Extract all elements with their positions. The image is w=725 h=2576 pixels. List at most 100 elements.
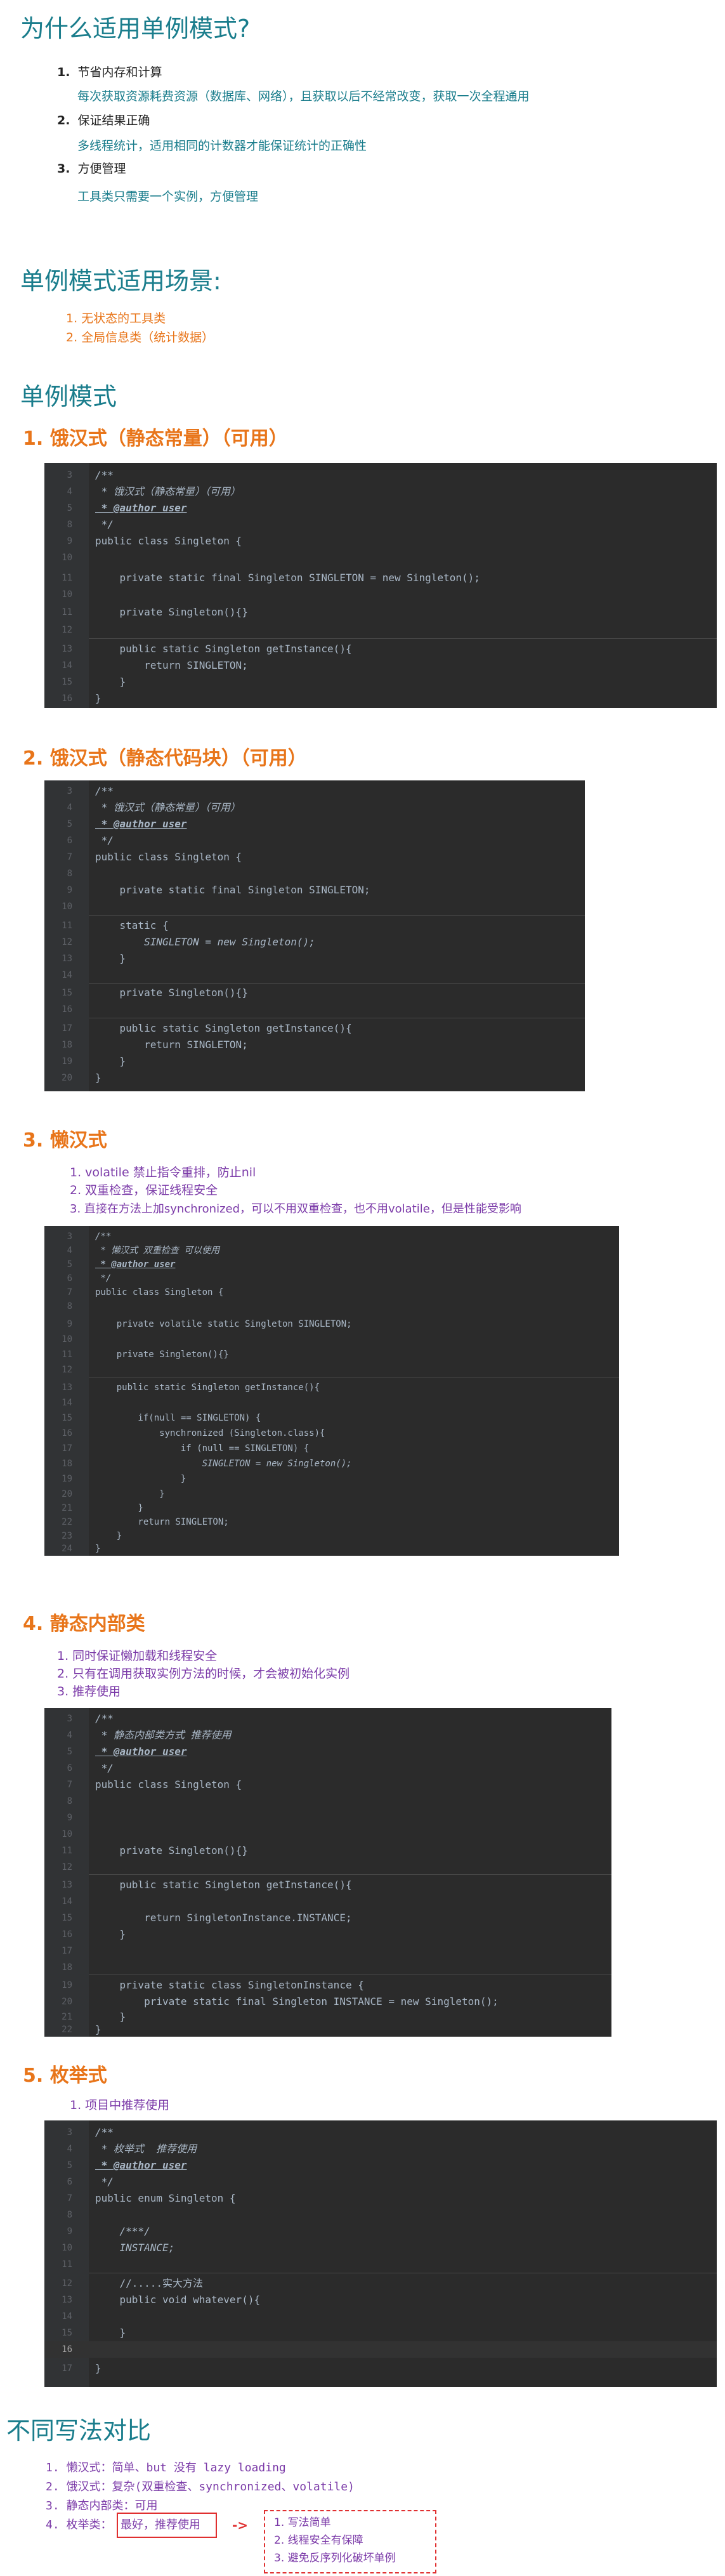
line-number: 4 [67, 1730, 72, 1740]
line-number: 9 [67, 1813, 72, 1823]
code-line: * 饿汉式（静态常量）（可用） [95, 801, 240, 813]
line-number: 11 [62, 573, 72, 583]
scenes-title: 单例模式适用场景: [20, 267, 221, 295]
line-number: 4 [67, 2144, 72, 2154]
code-line: SINGLETON = new Singleton(); [95, 936, 315, 948]
line-number: 20 [62, 1073, 72, 1083]
line-number: 3 [67, 2127, 72, 2138]
line-number: 3 [67, 470, 72, 480]
line-number: 15 [62, 1413, 72, 1423]
code-line: } [95, 1474, 186, 1484]
line-number: 4 [67, 487, 72, 497]
code-line: return SINGLETON; [95, 1039, 248, 1051]
code-line: static { [95, 919, 169, 931]
reason-1: 1. 写法简单 [274, 2516, 331, 2529]
line-number: 11 [62, 921, 72, 931]
code-line: } [95, 692, 101, 704]
code-line: /** [95, 785, 114, 797]
line-number: 19 [62, 1474, 72, 1484]
line-number: 12 [62, 1365, 72, 1375]
line-number: 11 [62, 1350, 72, 1360]
s2-title: 2. 饿汉式（静态代码块）（可用） [23, 747, 307, 770]
line-number: 6 [67, 836, 72, 846]
code-line: public class Singleton { [95, 535, 242, 547]
method-separator [89, 1874, 611, 1875]
why-item-1-desc: 每次获取资源耗费资源（数据库、网络），且获取以后不经常改变，获取一次全程通用 [77, 89, 530, 103]
line-number: 12 [62, 937, 72, 947]
line-number: 3 [67, 1714, 72, 1724]
code-line: if(null == SINGLETON) { [95, 1413, 261, 1423]
line-number: 14 [62, 2311, 72, 2322]
code-line: /***/ [95, 2225, 150, 2237]
scenes-item-2: 2. 全局信息类（统计数据） [66, 331, 214, 345]
line-number: 11 [62, 1846, 72, 1856]
line-number: 10 [62, 2243, 72, 2253]
line-number: 22 [62, 2025, 72, 2035]
line-number: 16 [62, 693, 72, 704]
line-number: 16 [62, 1929, 72, 1940]
code-block-lazy-dcl: 3/** 4 * 懒汉式 双重检查 可以使用 5 * @author user … [44, 1226, 619, 1556]
line-number: 16 [62, 2344, 72, 2355]
line-number: 14 [62, 970, 72, 980]
code-line: */ [95, 834, 114, 846]
code-line: public void whatever(){ [95, 2294, 261, 2306]
line-number: 6 [67, 2177, 72, 2187]
s5-title: 5. 枚举式 [23, 2065, 107, 2087]
line-number: 17 [62, 1946, 72, 1956]
reason-2: 2. 线程安全有保障 [274, 2534, 363, 2547]
why-item-3-label: 方便管理 [77, 162, 126, 176]
code-line: } [95, 2327, 126, 2339]
code-line: } [95, 952, 126, 964]
s1-title: 1. 饿汉式（静态常量）（可用） [23, 428, 288, 450]
code-line: * @author user [95, 502, 187, 514]
code-block-enum: 3/** 4 * 枚举式 推荐使用 5 * @author user 6 */ … [44, 2120, 717, 2387]
s4-item-3: 3. 推荐使用 [57, 1685, 121, 1699]
line-number: 14 [62, 1896, 72, 1907]
line-number: 18 [62, 1962, 72, 1973]
code-line: private static final Singleton SINGLETON… [95, 884, 370, 896]
line-number: 9 [67, 1319, 72, 1329]
line-number: 8 [67, 869, 72, 879]
method-separator [89, 915, 585, 916]
compare-item-4: 4. 枚举类： [46, 2518, 112, 2532]
code-line: } [95, 2362, 101, 2374]
line-number: 3 [67, 786, 72, 796]
line-number: 13 [62, 644, 72, 654]
line-number: 19 [62, 1056, 72, 1067]
code-line: /** [95, 469, 114, 481]
code-line: private Singleton(){} [95, 1350, 229, 1360]
code-block-eager-constant: 3/** 4 * 饿汉式（静态常量）（可用） 5 * @author user … [44, 463, 717, 708]
line-number: 7 [67, 2193, 72, 2204]
line-number: 15 [62, 2328, 72, 2338]
line-number: 5 [67, 1747, 72, 1757]
line-number: 9 [67, 536, 72, 546]
code-line: return SingletonInstance.INSTANCE; [95, 1912, 352, 1924]
why-item-2: 2. 保证结果正确 [57, 109, 150, 132]
s4-title: 4. 静态内部类 [23, 1613, 145, 1635]
line-number: 13 [62, 1383, 72, 1393]
code-line: public static Singleton getInstance(){ [95, 643, 352, 655]
line-number: 18 [62, 1459, 72, 1469]
line-number: 8 [67, 2210, 72, 2220]
line-number: 11 [62, 2259, 72, 2270]
line-number: 10 [62, 1334, 72, 1344]
code-line: //.....实大方法 [95, 2277, 203, 2289]
why-item-1: 1. 节省内存和计算 [57, 61, 162, 84]
reason-3: 3. 避免反序列化破坏单例 [274, 2552, 396, 2565]
line-number: 18 [62, 1040, 72, 1050]
method-separator [89, 983, 585, 984]
code-line: /** [95, 2126, 114, 2138]
code-line: * 饿汉式（静态常量）（可用） [95, 485, 240, 497]
line-number: 5 [67, 503, 72, 513]
code-line: private Singleton(){} [95, 987, 248, 999]
code-line: public static Singleton getInstance(){ [95, 1383, 320, 1393]
line-number: 4 [67, 803, 72, 813]
why-item-3-num: 3. [57, 162, 70, 176]
line-number: 10 [62, 589, 72, 600]
line-number: 8 [67, 1796, 72, 1806]
line-number: 5 [67, 2160, 72, 2171]
compare-title: 不同写法对比 [6, 2417, 152, 2445]
line-number: 13 [62, 954, 72, 964]
code-line: * 静态内部类方式 推荐使用 [95, 1729, 232, 1741]
why-item-1-num: 1. [57, 65, 70, 79]
